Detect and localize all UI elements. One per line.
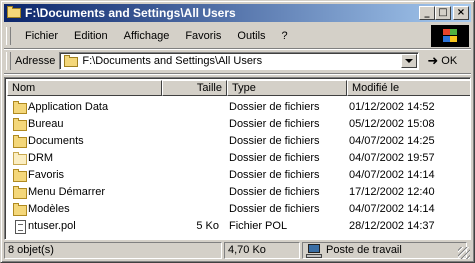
file-size: 5 Ko bbox=[196, 220, 219, 232]
file-modified: 04/07/2002 14:14 bbox=[349, 169, 435, 181]
toolbar-separator bbox=[4, 73, 471, 75]
menu-favoris[interactable]: Favoris bbox=[177, 28, 229, 44]
menu-fichier[interactable]: Fichier bbox=[17, 28, 66, 44]
list-item[interactable]: DRM Dossier de fichiers 04/07/2002 19:57 bbox=[7, 150, 469, 167]
folder-icon bbox=[12, 134, 28, 149]
file-list[interactable]: Nom Taille Type Modifié le Application D… bbox=[4, 77, 471, 240]
file-type: Dossier de fichiers bbox=[229, 152, 320, 164]
menu-help[interactable]: ? bbox=[274, 28, 296, 44]
windows-logo bbox=[431, 25, 469, 47]
file-type: Dossier de fichiers bbox=[229, 101, 320, 113]
file-type: Dossier de fichiers bbox=[229, 169, 320, 181]
file-modified: 05/12/2002 15:08 bbox=[349, 118, 435, 130]
status-bar: 8 objet(s) 4,70 Ko Poste de travail bbox=[4, 242, 471, 260]
status-location-label: Poste de travail bbox=[326, 244, 402, 256]
file-name: ntuser.pol bbox=[28, 220, 76, 232]
folder-icon bbox=[12, 117, 28, 132]
file-type: Dossier de fichiers bbox=[229, 118, 320, 130]
address-input[interactable]: F:\Documents and Settings\All Users bbox=[59, 52, 420, 70]
file-modified: 28/12/2002 14:37 bbox=[349, 220, 435, 232]
explorer-window: F:\Documents and Settings\All Users _ □ … bbox=[0, 0, 475, 263]
file-type: Dossier de fichiers bbox=[229, 203, 320, 215]
status-size: 4,70 Ko bbox=[224, 242, 300, 259]
menu-bar: Fichier Edition Affichage Favoris Outils… bbox=[4, 25, 429, 47]
column-header-modified[interactable]: Modifié le bbox=[347, 80, 470, 96]
column-header-name[interactable]: Nom bbox=[7, 80, 162, 96]
file-modified: 17/12/2002 12:40 bbox=[349, 186, 435, 198]
file-name: DRM bbox=[28, 152, 54, 164]
go-label: OK bbox=[441, 55, 458, 67]
file-name: Application Data bbox=[28, 101, 109, 113]
column-header-size[interactable]: Taille bbox=[162, 80, 227, 96]
folder-icon bbox=[12, 100, 28, 115]
computer-icon bbox=[306, 243, 322, 258]
column-header-type[interactable]: Type bbox=[227, 80, 347, 96]
resize-grip[interactable] bbox=[458, 247, 470, 259]
file-type: Fichier POL bbox=[229, 220, 288, 232]
folder-icon bbox=[6, 5, 22, 21]
file-name: Modèles bbox=[28, 203, 70, 215]
folder-icon bbox=[63, 54, 79, 68]
menu-affichage[interactable]: Affichage bbox=[116, 28, 178, 44]
address-dropdown-button[interactable] bbox=[401, 54, 418, 68]
go-arrow-icon: ➜ bbox=[427, 53, 439, 68]
address-bar: Adresse F:\Documents and Settings\All Us… bbox=[4, 50, 471, 72]
file-rows: Application Data Dossier de fichiers 01/12… bbox=[7, 99, 469, 235]
list-item[interactable]: Bureau Dossier de fichiers 05/12/2002 15:0… bbox=[7, 116, 469, 133]
title-bar[interactable]: F:\Documents and Settings\All Users _ □ … bbox=[4, 4, 471, 22]
menu-edition[interactable]: Edition bbox=[66, 28, 116, 44]
file-modified: 04/07/2002 14:25 bbox=[349, 135, 435, 147]
list-item[interactable]: Menu Démarrer Dossier de fichiers 17/12/20… bbox=[7, 184, 469, 201]
file-modified: 04/07/2002 14:14 bbox=[349, 203, 435, 215]
folder-icon bbox=[12, 168, 28, 183]
file-name: Favoris bbox=[28, 169, 65, 181]
list-item[interactable]: Favoris Dossier de fichiers 04/07/2002 14:… bbox=[7, 167, 469, 184]
file-name: Bureau bbox=[28, 118, 64, 130]
list-item[interactable]: Documents Dossier de fichiers 04/07/2002 1… bbox=[7, 133, 469, 150]
file-type: Dossier de fichiers bbox=[229, 135, 320, 147]
chevron-down-icon bbox=[405, 59, 414, 63]
menu-outils[interactable]: Outils bbox=[229, 28, 273, 44]
file-modified: 01/12/2002 14:52 bbox=[349, 101, 435, 113]
close-button[interactable]: × bbox=[453, 6, 469, 20]
file-icon bbox=[12, 219, 28, 234]
column-headers: Nom Taille Type Modifié le bbox=[7, 80, 470, 96]
list-item[interactable]: Modèles Dossier de fichiers 04/07/2002 14:… bbox=[7, 201, 469, 218]
windows-flag-icon bbox=[442, 29, 458, 43]
address-value[interactable]: F:\Documents and Settings\All Users bbox=[82, 55, 401, 67]
window-title: F:\Documents and Settings\All Users bbox=[25, 6, 236, 20]
file-name: Documents bbox=[28, 135, 84, 147]
folder-icon bbox=[12, 202, 28, 217]
go-button[interactable]: ➜ OK bbox=[427, 53, 457, 69]
file-modified: 04/07/2002 19:57 bbox=[349, 152, 435, 164]
list-item[interactable]: Application Data Dossier de fichiers 01/12… bbox=[7, 99, 469, 116]
toolbar-grip[interactable] bbox=[6, 27, 11, 45]
address-label: Adresse bbox=[15, 55, 56, 67]
folder-icon bbox=[12, 185, 28, 200]
toolbar-grip[interactable] bbox=[6, 52, 11, 70]
status-location: Poste de travail bbox=[302, 242, 467, 259]
maximize-button[interactable]: □ bbox=[435, 6, 451, 20]
list-item[interactable]: ntuser.pol 5 Ko Fichier POL 28/12/2002 14:3… bbox=[7, 218, 469, 235]
minimize-button[interactable]: _ bbox=[419, 6, 435, 20]
file-type: Dossier de fichiers bbox=[229, 186, 320, 198]
status-object-count: 8 objet(s) bbox=[4, 242, 222, 259]
file-name: Menu Démarrer bbox=[28, 186, 106, 198]
folder-icon bbox=[12, 151, 28, 166]
